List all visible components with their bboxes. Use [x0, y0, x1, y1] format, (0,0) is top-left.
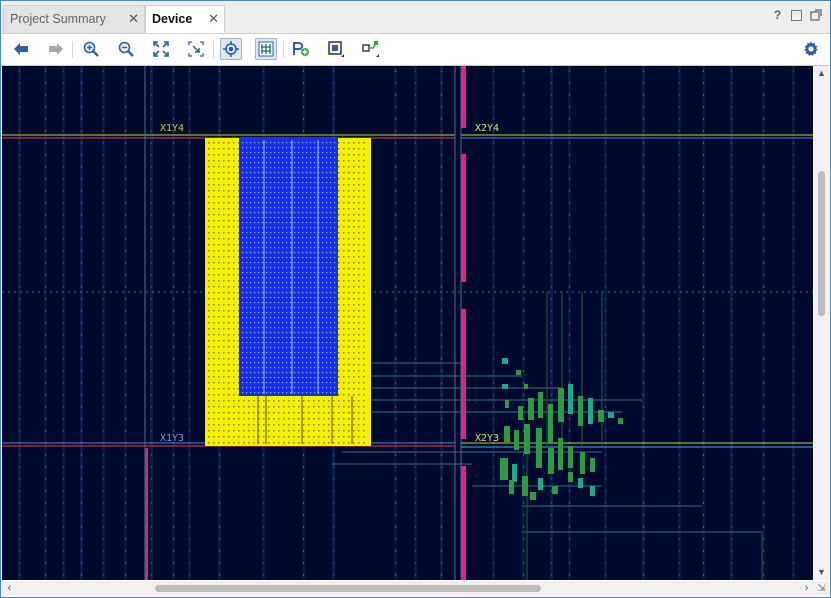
route-icon[interactable] [360, 38, 382, 60]
device-window: Project Summary ✕ Device ✕ ? X1Y4 X2Y4 X… [0, 0, 831, 598]
scroll-down-icon[interactable]: ▼ [816, 567, 827, 578]
vertical-scrollbar[interactable]: ▲ ▼ [814, 66, 829, 580]
zoom-fit-icon[interactable] [150, 38, 172, 60]
close-icon[interactable]: ✕ [128, 6, 139, 32]
back-icon[interactable] [10, 38, 32, 60]
scroll-right-icon[interactable]: › [801, 583, 812, 594]
add-pblock-icon[interactable] [290, 38, 312, 60]
toolbar [1, 34, 830, 66]
tab-label: Device [152, 12, 193, 26]
close-icon[interactable]: ✕ [208, 6, 219, 32]
float-icon[interactable] [809, 9, 822, 22]
forward-icon[interactable] [45, 38, 67, 60]
auto-fit-selection-icon[interactable] [220, 38, 242, 60]
scroll-left-icon[interactable]: ‹ [4, 583, 15, 594]
clock-region-label: X2Y3 [475, 433, 500, 444]
tab-label: Project Summary [10, 12, 106, 26]
horizontal-scrollbar[interactable]: ‹ › [2, 581, 814, 596]
routing-resources-icon[interactable] [255, 38, 277, 60]
clock-region-label: X1Y4 [160, 123, 185, 134]
zoom-in-icon[interactable] [80, 38, 102, 60]
settings-gear-icon[interactable] [800, 38, 822, 60]
clock-region-label: X1Y3 [160, 433, 185, 444]
horizontal-scroll-thumb[interactable] [155, 585, 541, 592]
device-canvas[interactable]: X1Y4 X2Y4 X1Y3 X2Y3 [2, 66, 813, 580]
window-controls: ? [771, 9, 822, 22]
zoom-selection-icon[interactable] [185, 38, 207, 60]
resize-corner-icon[interactable]: ⇲ [814, 581, 829, 596]
tab-device[interactable]: Device ✕ [145, 5, 225, 33]
draw-pblock-icon[interactable] [325, 38, 347, 60]
device-floorplan[interactable] [2, 66, 813, 580]
tab-bar: Project Summary ✕ Device ✕ ? [1, 1, 830, 34]
maximize-icon[interactable] [791, 10, 802, 21]
vertical-scroll-thumb[interactable] [818, 171, 825, 316]
scroll-up-icon[interactable]: ▲ [816, 68, 827, 79]
tab-project-summary[interactable]: Project Summary ✕ [3, 5, 145, 33]
help-icon[interactable]: ? [771, 9, 784, 22]
zoom-out-icon[interactable] [115, 38, 137, 60]
clock-region-label: X2Y4 [475, 123, 500, 134]
